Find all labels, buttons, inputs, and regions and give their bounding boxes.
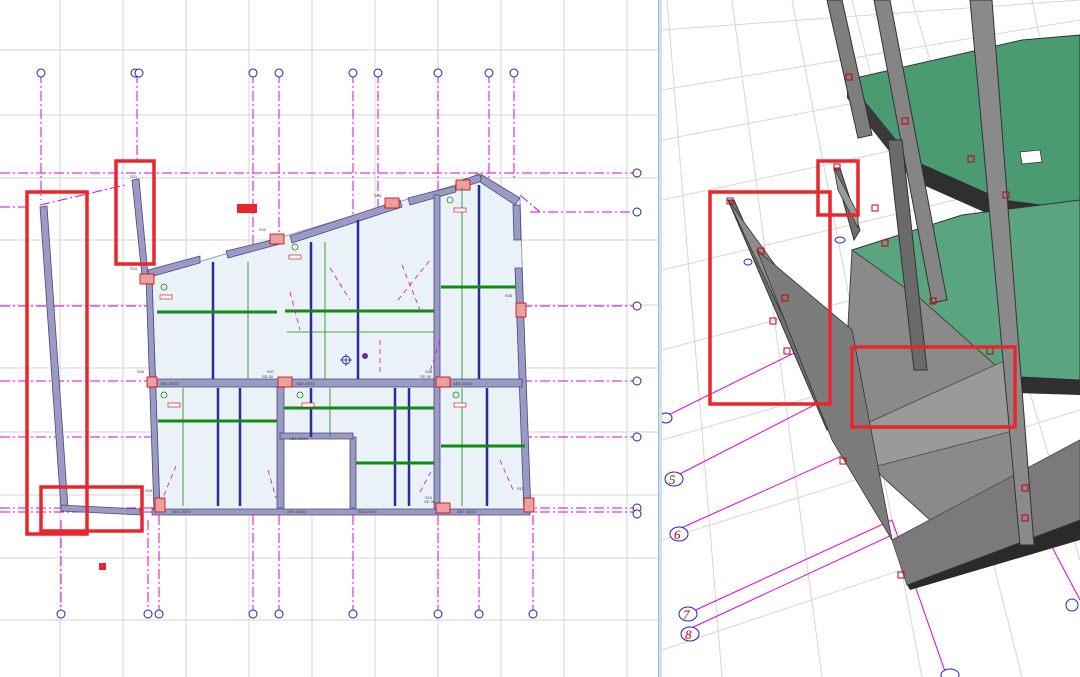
label-sd2: SD 30 — [420, 374, 432, 379]
axis-label-5: 5 — [669, 472, 676, 487]
label-s09: S09 — [145, 488, 153, 493]
plan-canvas[interactable]: S01 S02 S03 S04 S05 S06 S07 S08 S09 S10 … — [0, 0, 658, 677]
label-s12: S12 — [475, 172, 483, 177]
label-s06: S06 — [137, 369, 145, 374]
label-b6: AB6 25/50 — [358, 509, 377, 514]
label-sd3: SD 30 — [424, 499, 436, 504]
label-b1: AB1 25/50 — [160, 381, 179, 386]
label-b4: AB4 25/50 — [172, 509, 191, 514]
label-sd1: SD 30 — [262, 374, 274, 379]
axis-label-7: 7 — [683, 607, 690, 622]
label-s03: S03 — [374, 193, 382, 198]
marker-red-small — [99, 563, 106, 570]
label-b7: AB7 25/50 — [457, 509, 476, 514]
marker-red — [237, 204, 257, 213]
3d-view-pane[interactable]: 5 6 7 8 — [662, 0, 1080, 677]
label-b3: AB3 25/50 — [453, 381, 472, 386]
3d-canvas[interactable]: 5 6 7 8 — [662, 0, 1080, 677]
plan-view-pane[interactable]: S01 S02 S03 S04 S05 S06 S07 S08 S09 S10 … — [0, 0, 658, 677]
label-s11: S11 — [517, 486, 525, 491]
label-s02: S02 — [259, 227, 267, 232]
label-s05: S05 — [505, 293, 513, 298]
label-s01: S01 — [130, 174, 138, 179]
axis-label-8: 8 — [685, 627, 692, 642]
label-b8: AB8 25/50 — [289, 436, 308, 441]
building-model[interactable] — [726, 0, 1080, 590]
label-s04: S04 — [130, 266, 138, 271]
label-b2: AB2 25/50 — [296, 381, 315, 386]
axis-label-6: 6 — [674, 527, 681, 542]
app-window: S01 S02 S03 S04 S05 S06 S07 S08 S09 S10 … — [0, 0, 1080, 677]
label-b5: AB5 25/50 — [287, 509, 306, 514]
slab-opening[interactable] — [279, 436, 354, 511]
